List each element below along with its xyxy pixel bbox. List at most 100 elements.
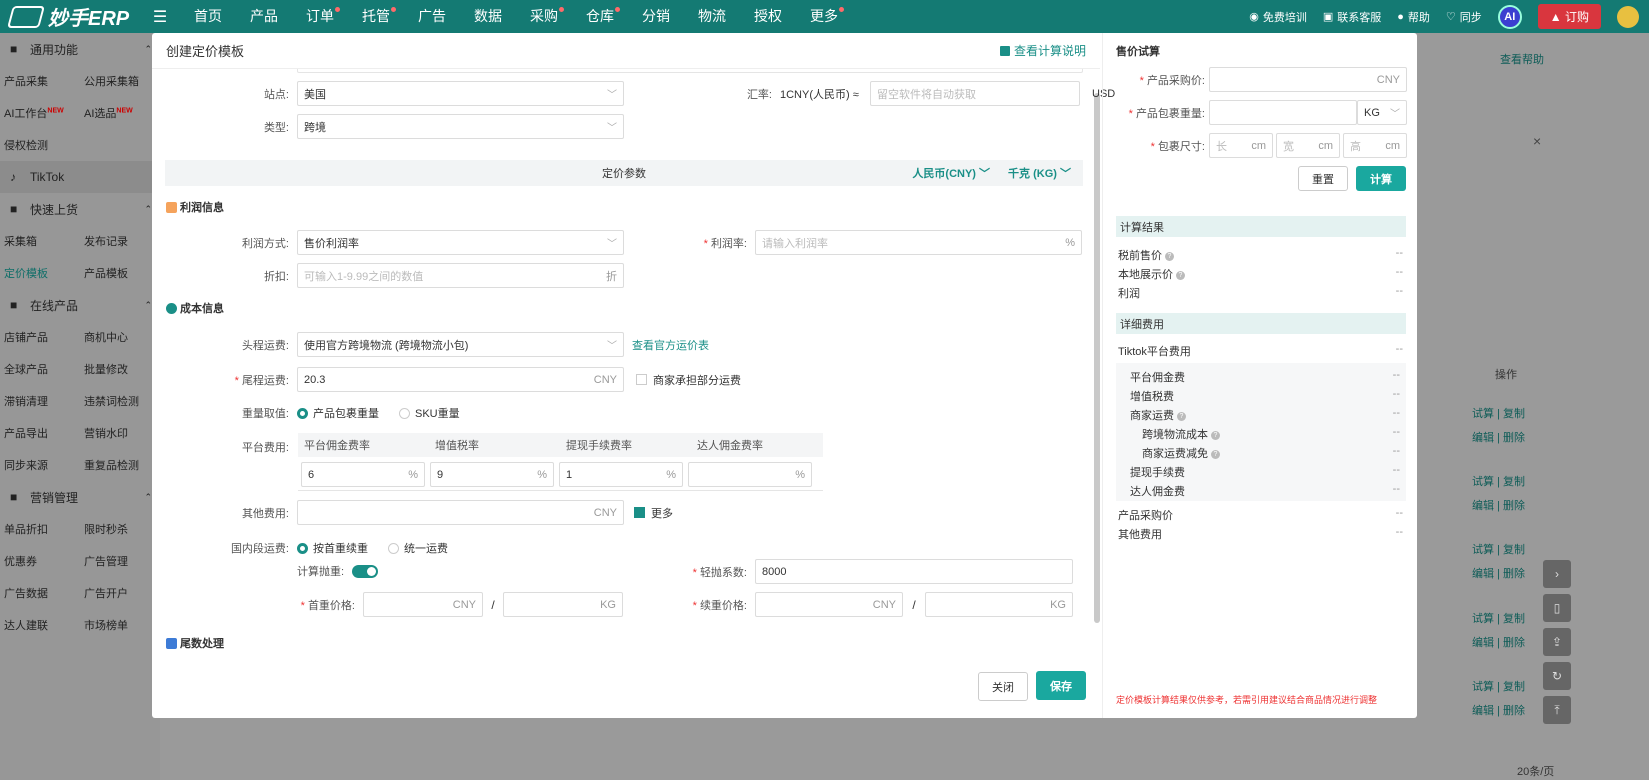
other-fee-input[interactable]: CNY [297,500,624,525]
nav-item-0[interactable]: 首页 [180,0,236,33]
form-scrollbar[interactable] [1094,93,1100,623]
help-link[interactable]: ● 帮助 [1397,9,1430,25]
help-icon[interactable]: ? [1176,270,1185,280]
sidebar-item[interactable]: 批量修改 [80,361,160,377]
sidebar-section[interactable]: ■ 营销管理 ⌃ [0,481,160,513]
sidebar-item[interactable]: 侵权检测 [0,137,80,153]
fee-rate-input-3[interactable]: % [688,462,812,487]
sidebar-item[interactable]: 广告开户 [80,585,160,601]
light-coef-input[interactable]: 8000 [755,559,1073,584]
nav-item-5[interactable]: 数据 [460,0,516,33]
sidebar-item[interactable]: 发布记录 [80,233,160,249]
page-size-select[interactable]: 20条/页 [1517,763,1554,779]
cont-weight-input[interactable]: KG [925,592,1073,617]
sidebar-item[interactable]: 广告数据 [0,585,80,601]
sidebar-item[interactable]: 定价模板 [0,265,80,281]
nav-item-4[interactable]: 广告 [404,0,460,33]
first-weight-input[interactable]: KG [503,592,623,617]
vol-weight-toggle[interactable] [352,564,379,578]
width-input[interactable]: 宽 cm [1276,133,1340,158]
profit-method-select[interactable]: 售价利润率 ﹀ [297,230,624,255]
app-logo[interactable]: 妙手ERP [0,2,150,31]
merchant-share-checkbox[interactable]: 商家承担部分运费 [636,372,741,388]
avatar[interactable] [1617,5,1639,28]
fee-rate-input-1[interactable]: 9% [430,462,554,487]
back-to-top-icon[interactable]: ⤒ [1543,696,1571,724]
sidebar-item[interactable]: 营销水印 [80,425,160,441]
sidebar-section[interactable]: ■ 通用功能 ⌃ [0,33,160,65]
sidebar-tiktok[interactable]: ♪ TikTok [0,161,160,193]
nav-item-9[interactable]: 物流 [684,0,740,33]
reset-button[interactable]: 重置 [1298,166,1348,191]
edit-action-link[interactable]: 编辑 | 删除 [1472,702,1525,718]
save-button[interactable]: 保存 [1036,671,1086,700]
sidebar-item[interactable]: 滞销清理 [0,393,80,409]
sidebar-item[interactable]: 广告管理 [80,553,160,569]
sidebar-section[interactable]: ■ 在线产品 ⌃ [0,289,160,321]
discount-input[interactable]: 可输入1-9.99之间的数值折 [297,263,624,288]
sidebar-section[interactable]: ■ 快速上货 ⌃ [0,193,160,225]
mobile-icon[interactable]: ▯ [1543,594,1571,622]
help-link-bg[interactable]: 查看帮助 [1500,51,1544,67]
sidebar-item[interactable]: 产品模板 [80,265,160,281]
sidebar-item[interactable]: 产品导出 [0,425,80,441]
first-leg-select[interactable]: 使用官方跨境物流 (跨境物流小包) ﹀ [297,332,624,357]
nav-item-7[interactable]: 仓库 [572,0,628,33]
sidebar-item[interactable]: 限时秒杀 [80,521,160,537]
order-button[interactable]: ▲ 订购 [1537,4,1601,29]
trial-action-link[interactable]: 试算 | 复制 [1472,405,1525,421]
domestic-option-flat[interactable]: 统一运费 [388,540,448,556]
weight-unit-dropdown[interactable]: KG ﹀ [1357,100,1407,125]
sidebar-item[interactable]: 店铺产品 [0,329,80,345]
fee-rate-input-2[interactable]: 1% [559,462,683,487]
trial-action-link[interactable]: 试算 | 复制 [1472,541,1525,557]
trial-action-link[interactable]: 试算 | 复制 [1472,473,1525,489]
refresh-icon[interactable]: ↻ [1543,662,1571,690]
edit-action-link[interactable]: 编辑 | 删除 [1472,497,1525,513]
ai-assistant-button[interactable]: AI [1497,4,1522,29]
type-select[interactable]: 跨境 ﹀ [297,114,624,139]
sidebar-item[interactable]: 达人建联 [0,617,80,633]
official-rate-link[interactable]: 查看官方运价表 [632,337,709,353]
sidebar-item[interactable]: 重复品检测 [80,457,160,473]
nav-item-8[interactable]: 分销 [628,0,684,33]
nav-item-1[interactable]: 产品 [236,0,292,33]
sidebar-item[interactable]: 违禁词检测 [80,393,160,409]
service-link[interactable]: ▣ 联系客服 [1323,9,1381,25]
sidebar-item[interactable]: 同步来源 [0,457,80,473]
cont-price-input[interactable]: CNY [755,592,903,617]
profit-rate-input[interactable]: 请输入利润率% [755,230,1082,255]
nav-item-6[interactable]: 采购 [516,0,572,33]
nav-item-3[interactable]: 托管 [348,0,404,33]
export-icon[interactable]: ⇪ [1543,628,1571,656]
edit-action-link[interactable]: 编辑 | 删除 [1472,429,1525,445]
sidebar-item[interactable]: AI工作台NEW [0,105,80,121]
sidebar-item[interactable]: 单品折扣 [0,521,80,537]
pkg-weight-input[interactable] [1209,100,1357,125]
trial-action-link[interactable]: 试算 | 复制 [1472,610,1525,626]
sidebar-item[interactable]: 商机中心 [80,329,160,345]
training-link[interactable]: ◉ 免费培训 [1249,9,1307,25]
edit-action-link[interactable]: 编辑 | 删除 [1472,565,1525,581]
sidebar-item[interactable]: AI选品NEW [80,105,160,121]
help-icon[interactable]: ? [1165,251,1174,261]
collapse-icon[interactable]: › [1543,560,1571,588]
nav-item-2[interactable]: 订单 [292,0,348,33]
first-price-input[interactable]: CNY [363,592,483,617]
more-checkbox[interactable]: 更多 [634,505,673,521]
height-input[interactable]: 高 cm [1343,133,1407,158]
sidebar-item[interactable]: 优惠券 [0,553,80,569]
nav-item-10[interactable]: 授权 [740,0,796,33]
sidebar-item[interactable]: 采集箱 [0,233,80,249]
sync-link[interactable]: ♡ 同步 [1446,9,1482,25]
weight-unit-select[interactable]: 千克 (KG) ﹀ [1008,165,1071,181]
close-icon[interactable]: × [1533,133,1541,149]
menu-icon[interactable]: ☰ [150,7,170,27]
length-input[interactable]: 长 cm [1209,133,1273,158]
calc-explanation-link[interactable]: 查看计算说明 [999,42,1086,59]
help-icon[interactable]: ? [1211,449,1220,459]
sidebar-item[interactable]: 公用采集箱 [80,73,160,89]
fee-rate-input-0[interactable]: 6% [301,462,425,487]
sidebar-item[interactable]: 全球产品 [0,361,80,377]
edit-action-link[interactable]: 编辑 | 删除 [1472,634,1525,650]
